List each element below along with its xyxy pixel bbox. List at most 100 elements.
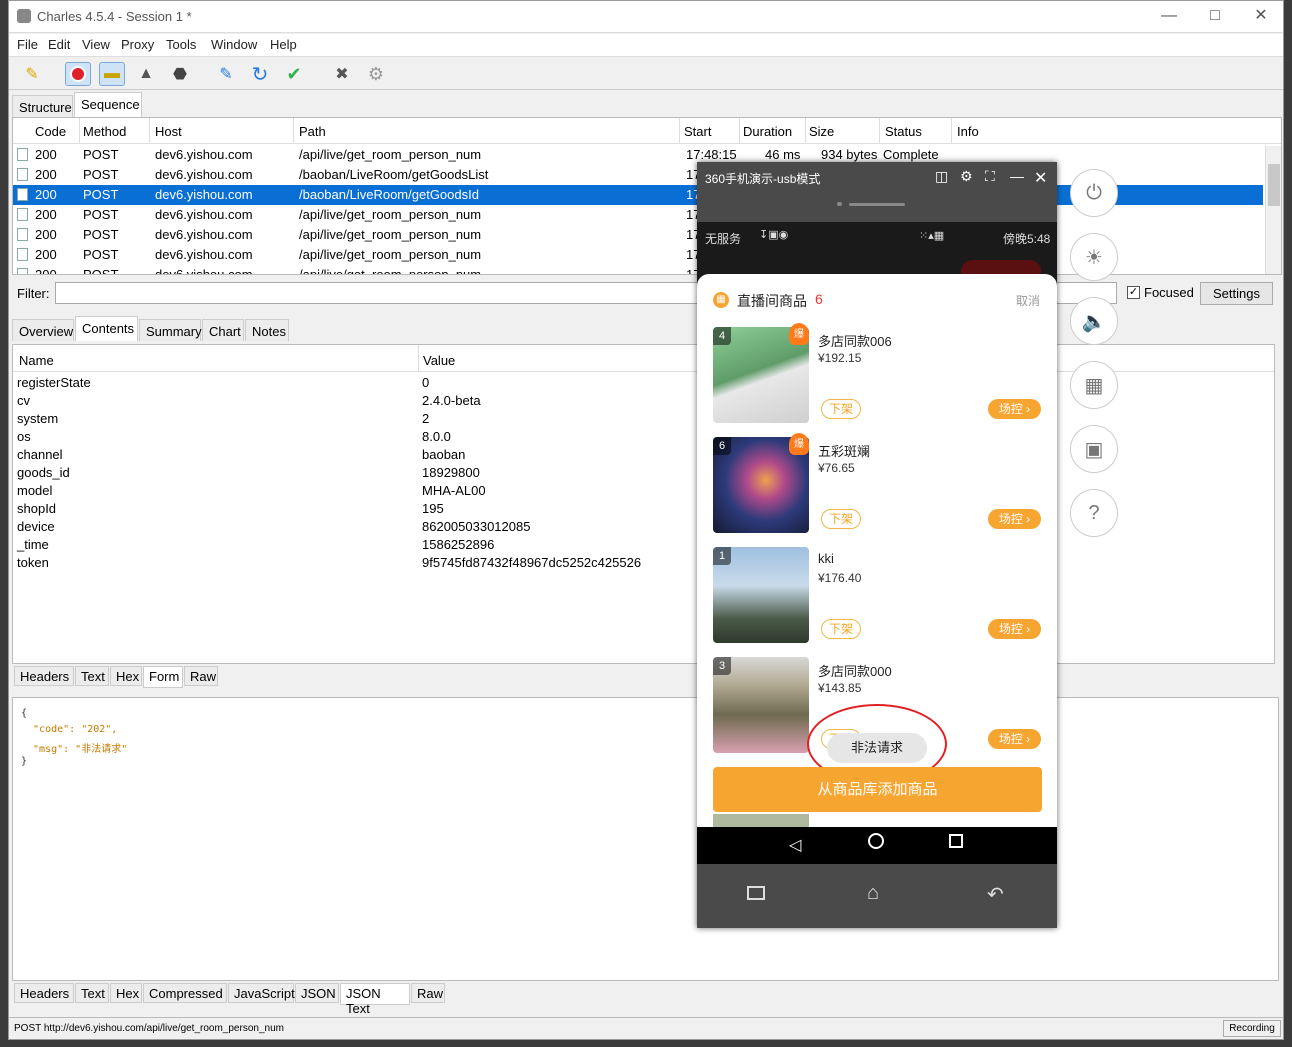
minimize-icon[interactable]: — [1149,5,1189,29]
off-shelf-button[interactable]: 下架 [821,399,861,419]
host-nav-bar: ⌂ ↶ [697,864,1057,928]
menu-window[interactable]: Window [211,37,257,52]
settings-button[interactable]: Settings [1200,282,1273,305]
form-value: MHA-AL00 [422,483,486,498]
home-icon[interactable] [868,833,884,849]
recording-indicator[interactable]: Recording [1223,1020,1281,1037]
form-value: 862005033012085 [422,519,531,534]
tab-sequence[interactable]: Sequence [74,92,142,117]
gear-icon[interactable]: ⚙ [363,62,389,86]
document-icon [17,188,28,201]
drag-handle[interactable] [837,202,905,206]
turtle-icon[interactable]: ▲ [133,62,159,86]
resp-tab-text[interactable]: Text [75,983,109,1003]
keyboard-icon[interactable]: ▦ [1070,361,1118,409]
col-duration[interactable]: Duration [743,124,792,139]
control-button[interactable]: 场控 › [988,619,1041,639]
tab-summary[interactable]: Summary [139,319,202,341]
cell-start: 17:48:15 [686,147,737,162]
col-size[interactable]: Size [809,124,834,139]
control-button[interactable]: 场控 › [988,729,1041,749]
col-method[interactable]: Method [83,124,126,139]
resp-tab-json-text[interactable]: JSON Text [340,983,410,1016]
check-icon[interactable]: ✔ [281,62,307,86]
back-icon[interactable]: ↶ [987,882,1004,907]
menu-tools[interactable]: Tools [166,37,196,52]
title-bar: Charles 4.5.4 - Session 1 * — □ ✕ [9,1,1283,33]
minimize-icon[interactable]: — [1010,168,1024,184]
control-button[interactable]: 场控 › [988,509,1041,529]
col-start[interactable]: Start [684,124,711,139]
form-name: device [17,519,55,534]
phone-mirror-window: 360手机演示-usb模式 ◫ ⚙ ⛶ — ✕ 无服务 ↧▣◉ ⁙▴▦ 傍晚5:… [697,162,1057,928]
crop-icon[interactable]: ▣ [1070,425,1118,473]
menu-file[interactable]: File [17,37,38,52]
response-body[interactable]: { "code": "202", "msg": "非法请求" } [12,697,1279,981]
col-host[interactable]: Host [155,124,182,139]
form-name: shopId [17,501,57,516]
req-tab-raw[interactable]: Raw [184,666,218,686]
refresh-icon[interactable]: ↻ [247,62,273,86]
back-icon[interactable]: ◁ [789,835,801,855]
menu-edit[interactable]: Edit [48,37,70,52]
home-icon[interactable]: ⌂ [867,882,879,905]
cell-code: 200 [35,147,57,162]
col-status[interactable]: Status [885,124,922,139]
sequence-header: Code Method Host Path Start Duration Siz… [13,118,1281,144]
record-icon[interactable] [65,62,91,86]
off-shelf-button[interactable]: 下架 [821,509,861,529]
resp-tab-headers[interactable]: Headers [14,983,74,1003]
form-name: os [17,429,31,444]
brightness-icon[interactable]: ☀ [1070,233,1118,281]
broom-icon[interactable]: ✎ [19,62,45,86]
power-icon[interactable]: ⏻ [1070,169,1118,217]
throttle-icon[interactable]: ▬ [99,62,125,86]
form-name: token [17,555,49,570]
pen-icon[interactable]: ✎ [213,62,239,86]
resp-tab-raw[interactable]: Raw [411,983,445,1003]
tab-chart[interactable]: Chart [202,319,244,341]
resp-tab-javascript[interactable]: JavaScript [228,983,295,1003]
cancel-button[interactable]: 取消 [1016,292,1040,309]
help-icon[interactable]: ? [1070,489,1118,537]
table-row[interactable]: 200 POST dev6.yishou.com/api/live/get_room… [13,145,1263,165]
req-tab-text[interactable]: Text [75,666,109,686]
gear-icon[interactable]: ⚙ [960,168,973,185]
col-path[interactable]: Path [299,124,326,139]
control-button[interactable]: 场控 › [988,399,1041,419]
volume-icon[interactable]: 🔈 [1070,297,1118,345]
menu-view[interactable]: View [82,37,110,52]
req-tab-form[interactable]: Form [143,666,183,688]
fullscreen-icon[interactable]: ⛶ [985,168,995,185]
tab-structure[interactable]: Structure [12,95,73,117]
col-info[interactable]: Info [957,124,979,139]
goods-price: ¥176.40 [818,571,862,585]
add-goods-button[interactable]: 从商品库添加商品 [713,767,1042,812]
off-shelf-button[interactable]: 下架 [821,619,861,639]
col-code[interactable]: Code [35,124,66,139]
document-icon [17,148,28,161]
resp-tab-compressed[interactable]: Compressed [143,983,227,1003]
maximize-icon[interactable]: □ [1195,5,1235,29]
sequence-scrollbar[interactable] [1265,146,1281,274]
req-tab-hex[interactable]: Hex [110,666,142,686]
recents-icon[interactable] [747,886,765,900]
stop-icon[interactable]: ⬣ [167,62,193,86]
pin-icon[interactable]: ◫ [935,168,948,185]
close-icon[interactable]: ✕ [1034,168,1047,188]
menu-proxy[interactable]: Proxy [121,37,154,52]
recents-icon[interactable] [949,834,963,848]
close-icon[interactable]: ✕ [1241,5,1281,29]
menu-help[interactable]: Help [270,37,297,52]
tab-notes[interactable]: Notes [245,319,289,341]
cell-code: 200 [35,227,57,242]
cell-method: POST [83,227,119,242]
resp-tab-json[interactable]: JSON [295,983,339,1003]
req-tab-headers[interactable]: Headers [14,666,74,686]
tab-contents[interactable]: Contents [75,316,138,341]
tab-overview[interactable]: Overview [12,319,74,341]
cell-code: 200 [35,267,57,275]
tools-icon[interactable]: ✖ [329,62,355,86]
resp-tab-hex[interactable]: Hex [110,983,142,1003]
focused-checkbox[interactable]: ✓ [1127,286,1140,299]
